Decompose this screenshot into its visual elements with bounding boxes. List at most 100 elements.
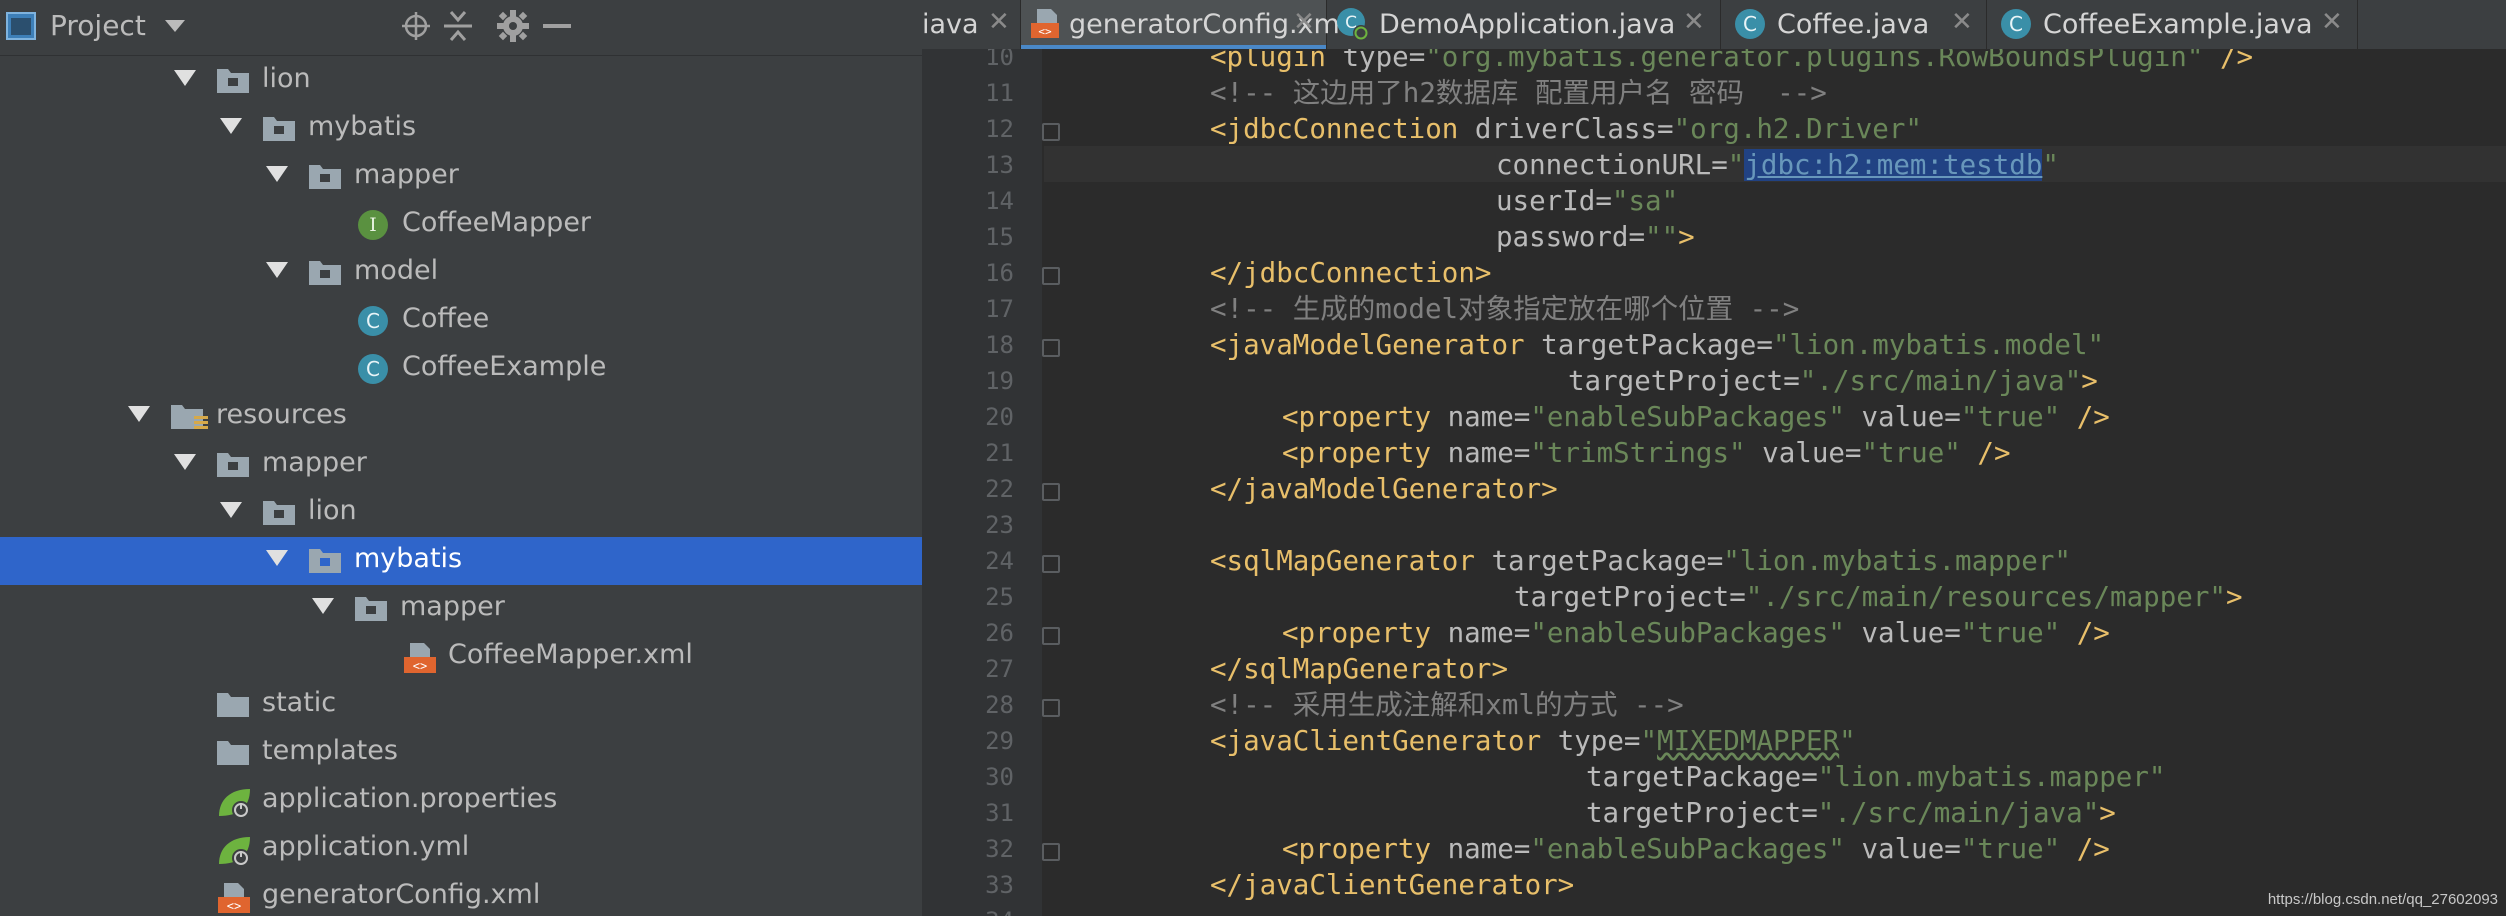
tab-demoapplication-java[interactable]: C DemoApplication.java ✕ bbox=[1327, 0, 1721, 49]
line-number: 11 bbox=[985, 79, 1014, 107]
gear-icon[interactable] bbox=[497, 10, 529, 42]
tree-item-mapper[interactable]: mapper bbox=[0, 153, 922, 201]
code-line-32: <property name="enableSubPackages" value… bbox=[1282, 833, 2110, 865]
code-line-26: <property name="enableSubPackages" value… bbox=[1282, 617, 2110, 649]
line-number: 23 bbox=[985, 511, 1014, 539]
tree-item-label: mapper bbox=[400, 591, 505, 622]
fold-marker-icon[interactable] bbox=[1042, 123, 1060, 141]
tree-item-resources[interactable]: resources bbox=[0, 393, 922, 441]
expand-arrow-icon[interactable] bbox=[174, 454, 196, 470]
tree-item-application-properties[interactable]: application.properties bbox=[0, 777, 922, 825]
tree-item-lion[interactable]: lion bbox=[0, 57, 922, 105]
project-panel-header: Project bbox=[0, 0, 922, 56]
tree-item-coffee[interactable]: C Coffee bbox=[0, 297, 922, 345]
tree-item-label: CoffeeMapper bbox=[402, 207, 592, 238]
chevron-down-icon[interactable] bbox=[165, 20, 185, 34]
tree-item-label: application.properties bbox=[262, 783, 558, 814]
close-icon[interactable]: ✕ bbox=[1951, 7, 1973, 37]
locate-file-icon[interactable] bbox=[402, 12, 430, 40]
tab-coffee-java[interactable]: C Coffee.java ✕ bbox=[1721, 0, 1987, 49]
folder-icon bbox=[355, 597, 387, 621]
line-number: 30 bbox=[985, 763, 1014, 791]
expand-arrow-icon[interactable] bbox=[174, 70, 196, 86]
tree-item-label: CoffeeExample bbox=[402, 351, 607, 382]
fold-marker-icon[interactable] bbox=[1042, 843, 1060, 861]
code-line-18: <javaModelGenerator targetPackage="lion.… bbox=[1210, 329, 2105, 361]
project-tool-window: Project lion mybatis mapper I CoffeeMapp… bbox=[0, 0, 922, 916]
tree-item-label: static bbox=[262, 687, 337, 718]
code-line-17: <!-- 生成的model对象指定放在哪个位置 --> bbox=[1210, 293, 1800, 325]
expand-arrow-icon[interactable] bbox=[220, 118, 242, 134]
tree-item-mapper[interactable]: mapper bbox=[0, 585, 922, 633]
tree-item-coffeeexample[interactable]: C CoffeeExample bbox=[0, 345, 922, 393]
tree-item-application-yml[interactable]: application.yml bbox=[0, 825, 922, 873]
tab-java-partial[interactable]: iava ✕ bbox=[922, 0, 1021, 49]
line-number: 13 bbox=[985, 151, 1014, 179]
line-number: 28 bbox=[985, 691, 1014, 719]
tree-item-mybatis-selected[interactable]: mybatis bbox=[0, 537, 922, 585]
line-number: 16 bbox=[985, 259, 1014, 287]
tree-item-generatorconfig-xml[interactable]: <> generatorConfig.xml bbox=[0, 873, 922, 916]
tab-coffeeexample-java[interactable]: C CoffeeExample.java ✕ bbox=[1987, 0, 2358, 49]
svg-text:<>: <> bbox=[1038, 25, 1052, 38]
expand-arrow-icon[interactable] bbox=[266, 550, 288, 566]
collapse-all-icon[interactable] bbox=[444, 10, 472, 42]
tab-label: iava bbox=[922, 9, 979, 40]
expand-arrow-icon[interactable] bbox=[266, 166, 288, 182]
tree-item-coffeemapper-xml[interactable]: <> CoffeeMapper.xml bbox=[0, 633, 922, 681]
spring-boot-class-icon: C bbox=[1337, 8, 1369, 41]
expand-arrow-icon[interactable] bbox=[266, 262, 288, 278]
code-line-11: <!-- 这边用了h2数据库 配置用户名 密码 --> bbox=[1210, 77, 1827, 109]
code-line-28: <!-- 采用生成注解和xml的方式 --> bbox=[1210, 689, 1684, 721]
code-line-19: targetProject="./src/main/java"> bbox=[1568, 365, 2098, 397]
close-icon[interactable]: ✕ bbox=[2321, 7, 2343, 37]
fold-marker-icon[interactable] bbox=[1042, 267, 1060, 285]
code-line-31: targetProject="./src/main/java"> bbox=[1586, 797, 2116, 829]
code-line-12: <jdbcConnection driverClass="org.h2.Driv… bbox=[1210, 113, 1922, 145]
tree-item-lion[interactable]: lion bbox=[0, 489, 922, 537]
code-editor[interactable]: 10 11 12 13 14 15 16 17 18 19 20 21 22 2… bbox=[922, 49, 2506, 916]
tree-item-model[interactable]: model bbox=[0, 249, 922, 297]
fold-marker-icon[interactable] bbox=[1042, 699, 1060, 717]
fold-marker-icon[interactable] bbox=[1042, 483, 1060, 501]
line-number: 24 bbox=[985, 547, 1014, 575]
line-number: 33 bbox=[985, 871, 1014, 899]
tab-label: CoffeeExample.java bbox=[2043, 9, 2313, 40]
minimize-icon[interactable] bbox=[543, 24, 571, 30]
class-icon: C bbox=[358, 354, 388, 384]
fold-marker-icon[interactable] bbox=[1042, 339, 1060, 357]
tree-item-mybatis[interactable]: mybatis bbox=[0, 105, 922, 153]
tree-item-label: mapper bbox=[262, 447, 367, 478]
tree-item-coffeemapper[interactable]: I CoffeeMapper bbox=[0, 201, 922, 249]
line-number: 15 bbox=[985, 223, 1014, 251]
interface-icon: I bbox=[358, 210, 388, 240]
close-icon[interactable]: ✕ bbox=[988, 7, 1010, 37]
code-line-27: </sqlMapGenerator> bbox=[1210, 653, 1509, 685]
tree-item-static[interactable]: static bbox=[0, 681, 922, 729]
folder-icon bbox=[309, 165, 341, 189]
tree-item-label: templates bbox=[262, 735, 398, 766]
tree-item-label: model bbox=[354, 255, 439, 286]
code-line-33: </javaClientGenerator> bbox=[1210, 869, 1575, 901]
folder-icon bbox=[309, 261, 341, 285]
fold-marker-icon[interactable] bbox=[1042, 555, 1060, 573]
tree-item-label: resources bbox=[216, 399, 347, 430]
tree-item-mapper[interactable]: mapper bbox=[0, 441, 922, 489]
close-icon[interactable]: ✕ bbox=[1293, 7, 1315, 37]
tab-generatorconfig-xml[interactable]: <> generatorConfig.xml ✕ bbox=[1021, 0, 1347, 49]
tree-item-label: mapper bbox=[354, 159, 459, 190]
class-icon: C bbox=[1735, 9, 1765, 39]
fold-marker-icon[interactable] bbox=[1042, 627, 1060, 645]
tree-item-label: lion bbox=[262, 63, 311, 94]
expand-arrow-icon[interactable] bbox=[220, 502, 242, 518]
close-icon[interactable]: ✕ bbox=[1683, 7, 1705, 37]
folder-icon bbox=[263, 117, 295, 141]
line-number: 10 bbox=[985, 49, 1014, 71]
xml-file-icon: <> bbox=[404, 643, 436, 673]
editor-tab-bar: iava ✕ <> generatorConfig.xml ✕ C DemoAp… bbox=[922, 0, 2506, 50]
project-panel-title[interactable]: Project bbox=[50, 9, 146, 42]
expand-arrow-icon[interactable] bbox=[312, 598, 334, 614]
expand-arrow-icon[interactable] bbox=[128, 406, 150, 422]
tree-item-templates[interactable]: templates bbox=[0, 729, 922, 777]
line-number: 20 bbox=[985, 403, 1014, 431]
